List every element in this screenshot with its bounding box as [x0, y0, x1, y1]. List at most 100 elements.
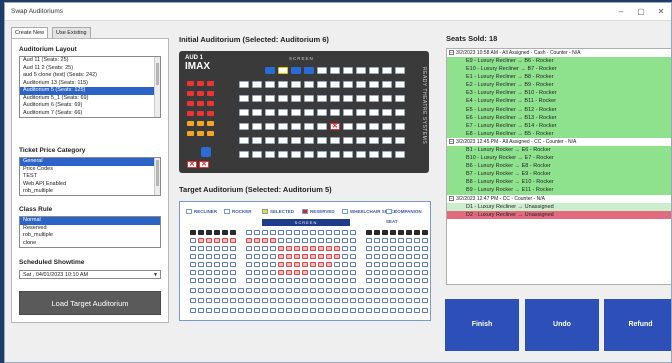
- seat[interactable]: [334, 278, 340, 283]
- seat[interactable]: [414, 278, 420, 283]
- seat[interactable]: [343, 123, 353, 130]
- seat[interactable]: [366, 270, 372, 275]
- seat[interactable]: [254, 246, 260, 251]
- seat[interactable]: [190, 288, 196, 293]
- sale-seat-row[interactable]: E10 - Luxury Recliner → B7 - Rocker: [447, 65, 671, 74]
- seat[interactable]: [286, 238, 292, 243]
- seat[interactable]: [422, 278, 428, 283]
- seat[interactable]: [198, 288, 204, 293]
- seat[interactable]: [414, 246, 420, 251]
- seat[interactable]: [302, 270, 308, 275]
- seat[interactable]: [398, 230, 404, 235]
- seat[interactable]: [206, 246, 212, 251]
- class-rule-list[interactable]: Normal Reserved rob_multiple clone: [19, 216, 161, 248]
- seat[interactable]: [246, 298, 252, 303]
- seat[interactable]: [326, 238, 332, 243]
- sale-seat-row[interactable]: E7 - Luxury Recliner → B14 - Rocker: [447, 121, 671, 130]
- seat[interactable]: [262, 254, 268, 259]
- auditorium-item[interactable]: Aud 11 (Seats: 25): [20, 57, 160, 65]
- tab-use-existing[interactable]: Use Existing: [52, 27, 91, 38]
- seat[interactable]: [406, 262, 412, 267]
- seat[interactable]: [270, 298, 276, 303]
- seat[interactable]: [395, 109, 405, 116]
- seat[interactable]: [246, 278, 252, 283]
- seat[interactable]: [294, 270, 300, 275]
- seat[interactable]: [406, 270, 412, 275]
- seat[interactable]: [382, 230, 388, 235]
- seat[interactable]: [206, 278, 212, 283]
- seat[interactable]: [374, 278, 380, 283]
- seat[interactable]: [252, 95, 262, 102]
- seat[interactable]: [342, 254, 348, 259]
- seat[interactable]: [198, 238, 204, 243]
- seat[interactable]: [190, 270, 196, 275]
- sales-list[interactable]: −3/2/2023 10:58 AM - All Assigned - Cash…: [446, 48, 671, 285]
- seat[interactable]: [238, 298, 244, 303]
- sale-seat-row[interactable]: E9 - Luxury Recliner → B6 - Rocker: [447, 57, 671, 66]
- seat[interactable]: [318, 246, 324, 251]
- seat[interactable]: [356, 109, 366, 116]
- price-category-item[interactable]: Price Codes: [20, 166, 160, 174]
- seat[interactable]: [317, 109, 327, 116]
- sale-seat-row[interactable]: E6 - Luxury Recliner → B13 - Rocker: [447, 113, 671, 122]
- seat[interactable]: [252, 81, 262, 88]
- seat[interactable]: [252, 151, 262, 158]
- seat[interactable]: [366, 238, 372, 243]
- seat[interactable]: [382, 270, 388, 275]
- seat[interactable]: [330, 109, 340, 116]
- seat[interactable]: [310, 262, 316, 267]
- seat[interactable]: [291, 109, 301, 116]
- seat[interactable]: [222, 278, 228, 283]
- seat[interactable]: [318, 262, 324, 267]
- seat[interactable]: [317, 67, 327, 74]
- seat[interactable]: [270, 254, 276, 259]
- seat[interactable]: [310, 254, 316, 259]
- seat[interactable]: [222, 238, 228, 243]
- seat[interactable]: [262, 246, 268, 251]
- seat[interactable]: [326, 254, 332, 259]
- seat[interactable]: [398, 308, 404, 313]
- seat[interactable]: [302, 254, 308, 259]
- seat[interactable]: [374, 246, 380, 251]
- seat[interactable]: [382, 67, 392, 74]
- seat[interactable]: [252, 109, 262, 116]
- seat[interactable]: [230, 270, 236, 275]
- seat[interactable]: [304, 95, 314, 102]
- seat[interactable]: [317, 95, 327, 102]
- seat[interactable]: [334, 230, 340, 235]
- price-category-item[interactable]: Web API Enabled: [20, 181, 160, 189]
- price-category-item[interactable]: rob_multiple: [20, 188, 160, 195]
- seat[interactable]: [230, 278, 236, 283]
- seat[interactable]: [326, 288, 332, 293]
- seat[interactable]: [318, 308, 324, 313]
- seat[interactable]: [278, 270, 284, 275]
- seat[interactable]: [302, 278, 308, 283]
- seat[interactable]: [265, 95, 275, 102]
- class-rule-item[interactable]: Normal: [20, 217, 160, 225]
- seat[interactable]: [246, 270, 252, 275]
- seat[interactable]: [190, 238, 196, 243]
- seat[interactable]: [382, 308, 388, 313]
- sale-seat-row[interactable]: E5 - Luxury Recliner → B12 - Rocker: [447, 105, 671, 114]
- seat[interactable]: [304, 151, 314, 158]
- close-icon[interactable]: ✕: [653, 6, 669, 18]
- class-rule-item[interactable]: rob_multiple: [20, 232, 160, 240]
- seat[interactable]: [390, 298, 396, 303]
- seat[interactable]: [382, 298, 388, 303]
- seat[interactable]: [278, 95, 288, 102]
- seat[interactable]: [342, 262, 348, 267]
- seat[interactable]: [390, 254, 396, 259]
- seat[interactable]: [246, 308, 252, 313]
- seat[interactable]: [206, 298, 212, 303]
- sale-seat-row[interactable]: B6 - Luxury Rocker → E8 - Rocker: [447, 162, 671, 171]
- seat[interactable]: [190, 246, 196, 251]
- seat[interactable]: [350, 230, 356, 235]
- seat[interactable]: [278, 238, 284, 243]
- class-rule-item[interactable]: Reserved: [20, 225, 160, 233]
- seat[interactable]: [414, 298, 420, 303]
- finish-button[interactable]: Finish: [445, 299, 519, 351]
- seat[interactable]: [206, 230, 212, 235]
- seat[interactable]: [366, 246, 372, 251]
- seat[interactable]: [278, 81, 288, 88]
- seat[interactable]: [252, 137, 262, 144]
